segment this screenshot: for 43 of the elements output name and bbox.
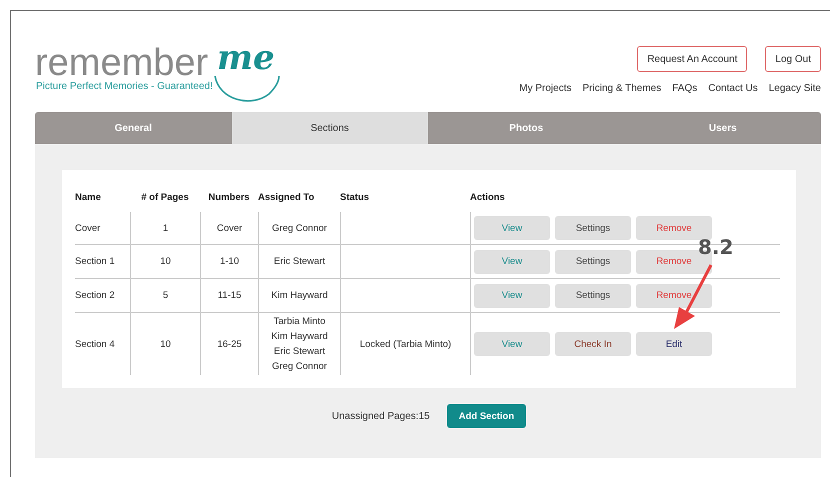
assignee-name: Kim Hayward: [271, 330, 328, 344]
request-account-button[interactable]: Request An Account: [637, 46, 748, 72]
table-cell-text: Cover: [75, 222, 100, 236]
nav-link[interactable]: My Projects: [519, 83, 572, 94]
assignee-name: Eric Stewart: [274, 345, 326, 359]
assignee-name: Greg Connor: [272, 360, 327, 374]
table-cell-text: Section 1: [75, 255, 115, 269]
settings-button[interactable]: Settings: [555, 250, 631, 274]
table-cell-text: Cover: [216, 222, 242, 236]
table-cell-text: 5: [162, 289, 168, 303]
unassigned-pages-label: Unassigned Pages:15: [332, 410, 430, 422]
assignee-name: Greg Connor: [272, 222, 327, 236]
tab[interactable]: Sections: [232, 112, 428, 144]
table-cell-text: Section 2: [75, 289, 115, 303]
edit-button[interactable]: Edit: [636, 332, 712, 356]
column-header: Actions: [470, 192, 505, 202]
column-header: Numbers: [208, 192, 250, 202]
nav-link[interactable]: FAQs: [672, 83, 698, 94]
table-cell-text: 10: [160, 338, 171, 352]
logout-button[interactable]: Log Out: [765, 46, 821, 72]
nav-link[interactable]: Contact Us: [708, 83, 758, 94]
settings-button[interactable]: Settings: [555, 284, 631, 308]
table-cell-text: 1: [162, 222, 168, 236]
assignee-name: Eric Stewart: [274, 255, 326, 269]
table-cell-text: Locked (Tarbia Minto): [360, 338, 452, 352]
column-header: Status: [340, 192, 370, 202]
table-cell-text: 11-15: [218, 289, 242, 303]
column-header: Assigned To: [258, 192, 314, 202]
nav-link[interactable]: Pricing & Themes: [582, 83, 662, 94]
table-cell-text: Section 4: [75, 338, 115, 352]
nav-link[interactable]: Legacy Site: [768, 83, 821, 94]
assignee-name: Kim Hayward: [271, 289, 328, 303]
column-header: Name: [75, 192, 101, 202]
table-cell-text: 1-10: [220, 255, 239, 269]
logo-tagline: Picture Perfect Memories - Guaranteed!: [36, 81, 213, 92]
table-cell-text: 16-25: [217, 338, 242, 352]
logo-accent: me: [217, 43, 275, 73]
column-header: # of Pages: [141, 192, 189, 202]
table-cell-text: 10: [160, 255, 171, 269]
check-in-button[interactable]: Check In: [555, 332, 631, 356]
assignee-name: Tarbia Minto: [274, 315, 326, 329]
settings-button[interactable]: Settings: [555, 216, 631, 240]
add-section-button[interactable]: Add Section: [446, 404, 526, 428]
